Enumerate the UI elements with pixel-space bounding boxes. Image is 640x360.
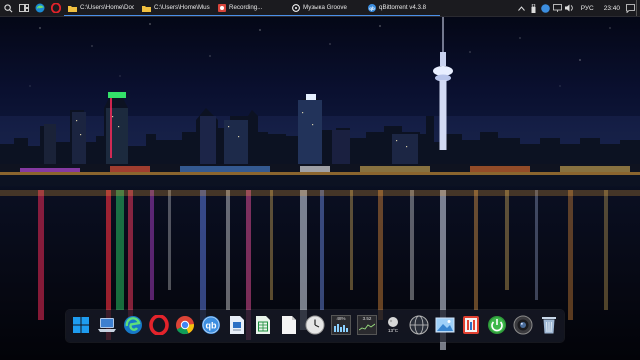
task-view-icon[interactable]	[16, 0, 32, 16]
task-label: C:\Users\Home\Mus...	[154, 4, 210, 11]
edge-icon[interactable]	[122, 314, 144, 336]
blank-document-icon[interactable]	[278, 314, 300, 336]
task-label: C:\Users\Home\Doc...	[80, 4, 134, 11]
qbittorrent-icon[interactable]: qb	[200, 314, 222, 336]
usb-device-icon[interactable]	[528, 0, 540, 16]
recycle-bin-icon[interactable]	[538, 314, 560, 336]
task-groove-music[interactable]: Музыка Groove	[288, 0, 364, 16]
recorder-icon	[218, 0, 226, 17]
qbittorrent-tray-icon[interactable]	[540, 0, 552, 16]
clock[interactable]: 23:40	[599, 5, 624, 12]
task-label: Музыка Groove	[303, 4, 347, 11]
spreadsheet-icon[interactable]	[252, 314, 274, 336]
my-computer-icon[interactable]	[96, 314, 118, 336]
desktop-wallpaper	[0, 16, 640, 360]
task-qbittorrent[interactable]: qb qBittorrent v4.3.8	[364, 0, 440, 16]
task-label: Recording...	[229, 4, 263, 11]
document-icon[interactable]	[226, 314, 248, 336]
task-recorder[interactable]: Recording...	[214, 0, 288, 16]
svg-text:qb: qb	[369, 5, 375, 10]
weather-temp: 13°C	[387, 328, 399, 333]
globe-icon[interactable]	[408, 314, 430, 336]
windows-start-icon[interactable]	[70, 314, 92, 336]
system-tray: РУС 23:40	[516, 0, 640, 16]
qbittorrent-icon: qb	[368, 0, 376, 17]
app-dock: qb 48% 3.52 13°C	[66, 310, 564, 342]
chevron-up-icon[interactable]	[516, 0, 528, 16]
task-explorer-documents[interactable]: C:\Users\Home\Doc...	[64, 0, 138, 16]
taskbar: C:\Users\Home\Doc... C:\Users\Home\Mus..…	[0, 0, 640, 17]
chrome-icon[interactable]	[174, 314, 196, 336]
cpu-meter-widget-icon[interactable]: 48%	[330, 314, 352, 336]
network-meter-widget-icon[interactable]: 3.52	[356, 314, 378, 336]
media-player-icon[interactable]	[460, 314, 482, 336]
language-indicator[interactable]: РУС	[576, 5, 599, 12]
opera-taskbar-icon[interactable]	[48, 0, 64, 16]
groove-music-icon	[292, 0, 300, 17]
task-explorer-music[interactable]: C:\Users\Home\Mus...	[138, 0, 214, 16]
folder-icon	[142, 0, 151, 17]
opera-icon[interactable]	[148, 314, 170, 336]
show-desktop-button[interactable]	[636, 0, 640, 16]
clock-widget-icon[interactable]	[304, 314, 326, 336]
edge-taskbar-icon[interactable]	[32, 0, 48, 16]
svg-text:qb: qb	[206, 321, 217, 331]
weather-widget-icon[interactable]: 13°C	[382, 314, 404, 336]
power-icon[interactable]	[486, 314, 508, 336]
photos-icon[interactable]	[434, 314, 456, 336]
notification-icon[interactable]	[624, 0, 636, 16]
network-icon[interactable]	[552, 0, 564, 16]
folder-icon	[68, 0, 77, 17]
search-icon[interactable]	[0, 0, 16, 16]
camera-icon[interactable]	[512, 314, 534, 336]
task-label: qBittorrent v4.3.8	[379, 4, 427, 11]
volume-icon[interactable]	[564, 0, 576, 16]
